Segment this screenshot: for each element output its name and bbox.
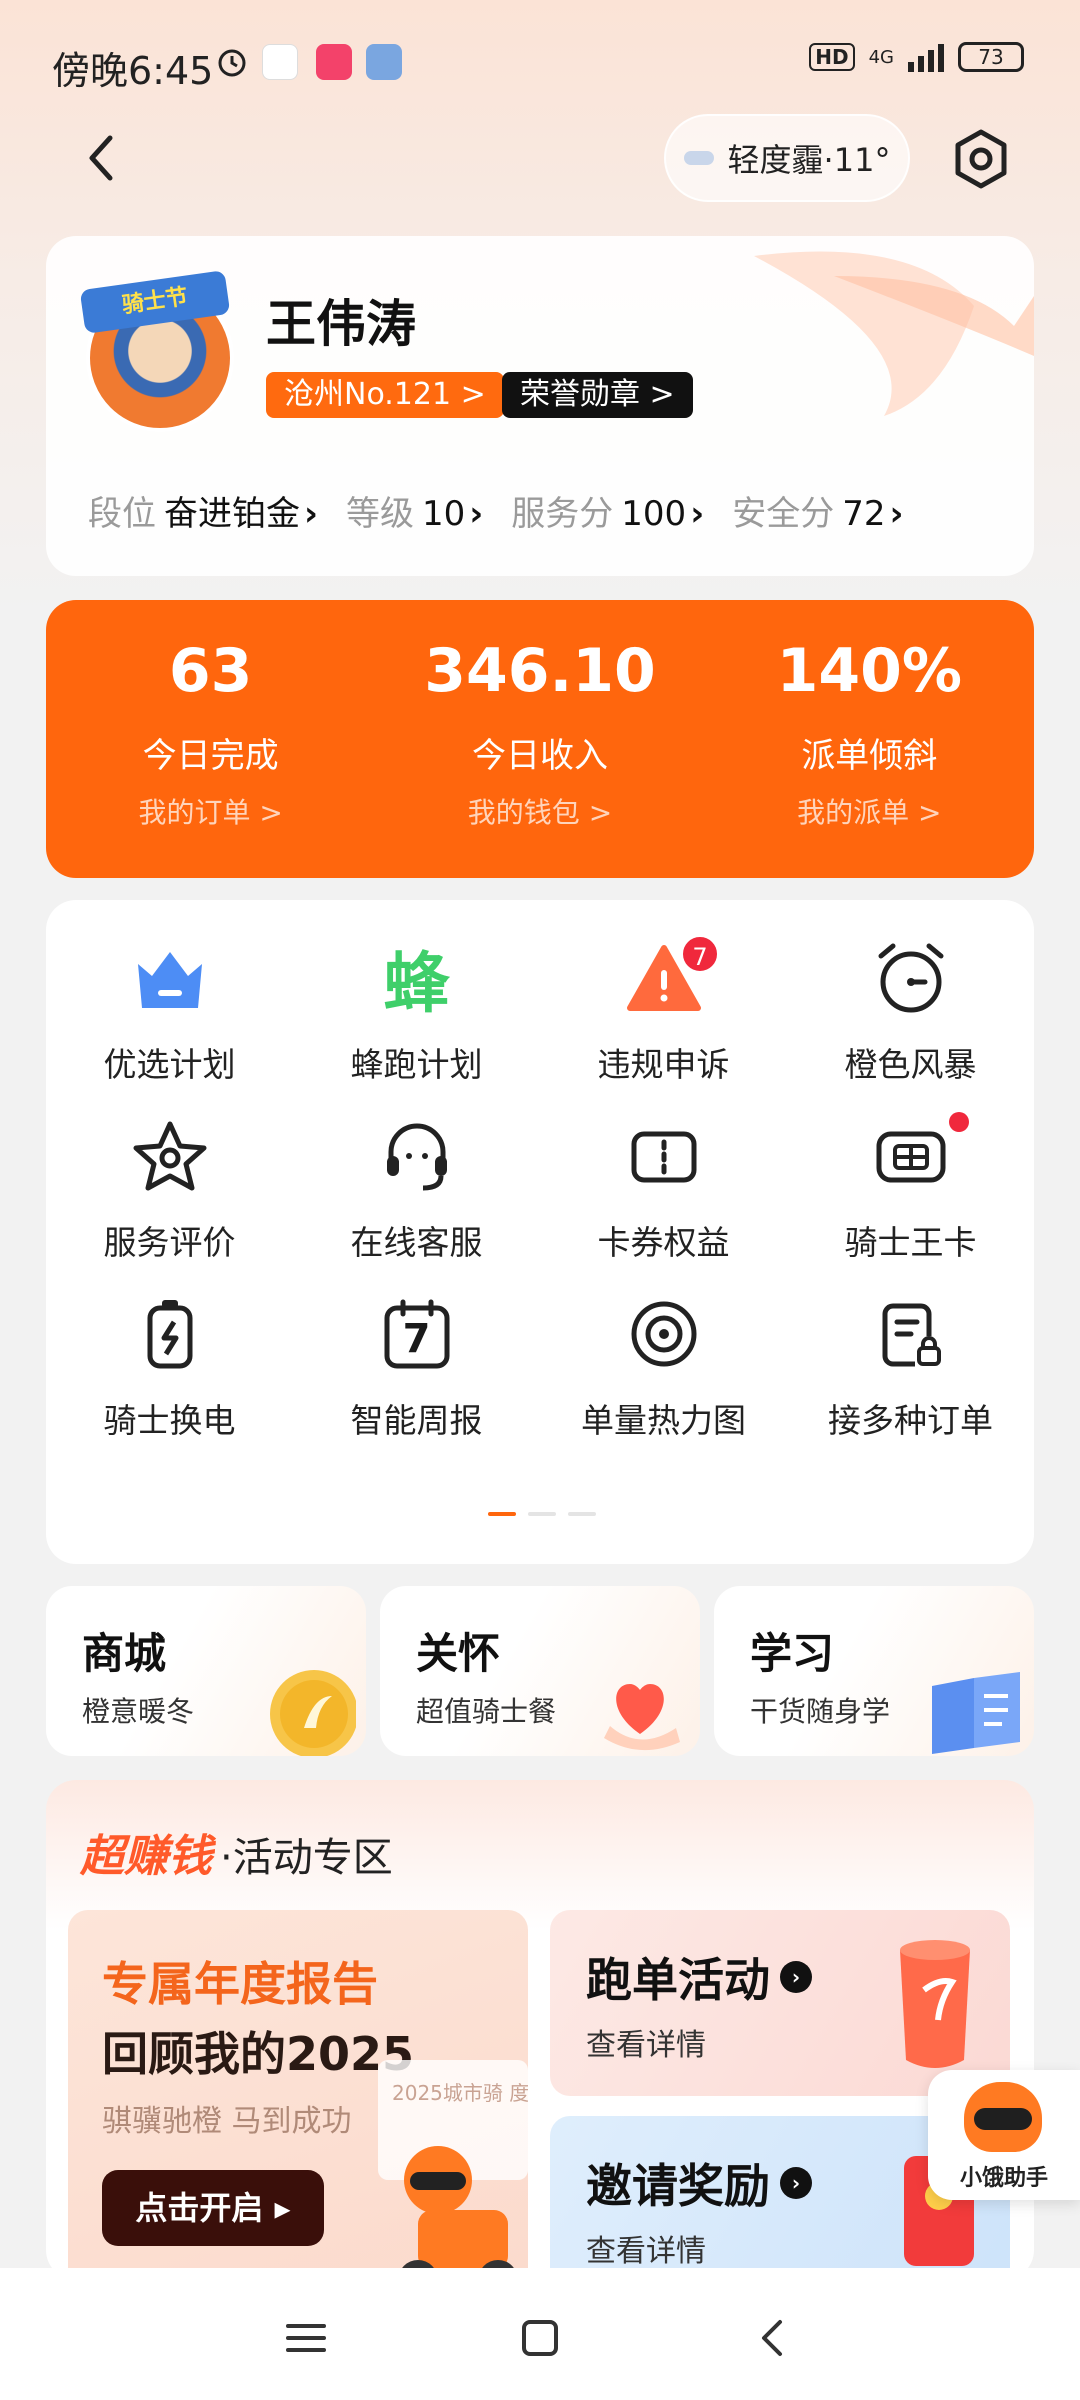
network-type: 4G [868,46,894,68]
profile-card: 骑士节 王伟涛 沧州No.121 > 荣誉勋章 > 段位 奋进铂金 › 等级 10 › … [46,236,1034,576]
book-icon [932,1672,1020,1754]
grid-item-bee-run-plan[interactable]: 蜂 蜂跑计划 [293,938,540,1116]
chevron-right-icon: › [304,494,319,534]
assistant-label: 小饿助手 [959,2166,1048,2191]
signal-icon [908,42,944,72]
battery-icon: 73 [958,42,1024,72]
new-dot-badge [949,1112,969,1132]
settings-app-icon [366,44,402,80]
grid-item-preferred-plan[interactable]: 优选计划 [46,938,293,1116]
annual-report-banner[interactable]: 专属年度报告 回顾我的2025 骐骥驰橙 马到成功 点击开启 ▸ 2025城市骑… [68,1910,528,2280]
svg-text:2025城市骑 度报告: 2025城市骑 度报告 [392,2081,528,2105]
weather-text: 轻度霾·11° [727,141,891,179]
status-time: 傍晚6:45 [52,49,214,93]
mall-card[interactable]: 商城 橙意暖冬 [46,1586,366,1756]
grid-page-indicator [488,1512,596,1516]
open-report-button[interactable]: 点击开启 ▸ [102,2170,324,2246]
battery-swap-icon [147,1300,192,1369]
grid-item-orange-storm[interactable]: 橙色风暴 [787,938,1034,1116]
profile-stats: 段位 奋进铂金 › 等级 10 › 服务分 100 › 安全分 72 › [88,486,904,535]
grid-item-service-rating[interactable]: 服务评价 [46,1116,293,1294]
chevron-right-icon: › [690,494,705,534]
grid-item-battery-swap[interactable]: 骑士换电 [46,1294,293,1472]
coupon-icon [631,1131,696,1183]
card-icon [876,1131,945,1183]
status-bar: 傍晚6:45 HD 4G 73 [0,0,1080,120]
system-nav-bar [0,2268,1080,2400]
chevron-right-icon: › [469,494,484,534]
grid-item-smart-weekly-report[interactable]: 7 智能周报 [293,1294,540,1472]
alarm-clock-icon [878,943,943,1013]
stat-service-score[interactable]: 服务分 100 › [511,486,704,535]
star-icon [133,1121,206,1191]
activity-title: ·活动专区 [220,1835,393,1881]
settings-icon[interactable] [950,128,1012,190]
back-icon[interactable] [74,128,134,188]
hd-indicator: HD [809,43,855,71]
arrow-right-icon: › [780,2167,812,2199]
grid-item-online-service[interactable]: 在线客服 [293,1116,540,1294]
summary-income[interactable]: 346.10 今日收入 我的钱包 > [375,600,704,878]
headset-icon [386,1123,447,1191]
haze-icon [683,151,714,165]
music-app-icon [316,44,352,80]
care-card[interactable]: 关怀 超值骑士餐 [380,1586,700,1756]
learning-card[interactable]: 学习 干货随身学 [714,1586,1034,1756]
city-rank-tag[interactable]: 沧州No.121 > [266,372,504,418]
home-icon[interactable] [510,2308,570,2368]
grid-item-violation-appeal[interactable]: 7 违规申诉 [540,934,787,1116]
crown-icon [137,952,202,1008]
activity-zone: 超赚钱 ·活动专区 专属年度报告 回顾我的2025 骐骥驰橙 马到成功 点击开启… [46,1780,1034,2280]
bee-char-icon: 蜂 [383,945,450,1022]
grid-item-coupon-benefits[interactable]: 卡券权益 [540,1116,787,1294]
daily-summary-panel: 63 今日完成 我的订单 > 346.10 今日收入 我的钱包 > 140% 派… [46,600,1034,878]
grid-item-rider-king-card[interactable]: 骑士王卡 [787,1112,1034,1294]
run-activity-card[interactable]: 跑单活动 › 查看详情 [550,1910,1010,2096]
summary-dispatch[interactable]: 140% 派单倾斜 我的派单 > [705,600,1034,878]
stat-rank[interactable]: 段位 奋进铂金 › [88,486,318,535]
chevron-right-icon: › [889,494,904,534]
activity-brand: 超赚钱 [80,1831,212,1882]
arrow-right-icon: › [780,1961,812,1993]
stat-level[interactable]: 等级 10 › [346,486,483,535]
heart-hand-icon [604,1684,680,1751]
orange-cup-icon [900,1940,970,2068]
grid-item-order-heatmap[interactable]: 单量热力图 [540,1294,787,1472]
qq-icon [262,44,298,80]
honor-medal-tag[interactable]: 荣誉勋章 > [502,372,693,418]
calendar-icon: 7 [377,1294,457,1374]
gold-coin-icon [270,1670,356,1756]
order-doc-icon [882,1303,941,1367]
stat-safety-score[interactable]: 安全分 72 › [732,486,903,535]
alarm-icon [218,49,246,77]
brand-decoration [754,251,1034,416]
my-orders-link[interactable]: 我的订单 > [46,791,375,831]
summary-completed[interactable]: 63 今日完成 我的订单 > [46,600,375,878]
calendar-day: 7 [402,1316,431,1362]
function-grid-card: 优选计划 蜂 蜂跑计划 7 违规申诉 橙色风暴 服务评价 在线客服 卡券权益 骑… [46,900,1034,1564]
rider-name: 王伟涛 [266,295,416,353]
assistant-float-button[interactable]: 小饿助手 [928,2070,1080,2200]
my-wallet-link[interactable]: 我的钱包 > [375,791,704,831]
nav-back-icon[interactable] [744,2308,804,2368]
my-dispatch-link[interactable]: 我的派单 > [705,791,1034,831]
heatmap-icon [631,1301,696,1367]
weather-pill[interactable]: 轻度霾·11° [664,114,910,202]
rider-scooter-illustration: 2025城市骑 度报告 [378,2060,528,2280]
violation-count-badge: 7 [680,934,720,974]
grid-item-multi-order[interactable]: 接多种订单 [787,1294,1034,1472]
menu-icon[interactable] [276,2308,336,2368]
